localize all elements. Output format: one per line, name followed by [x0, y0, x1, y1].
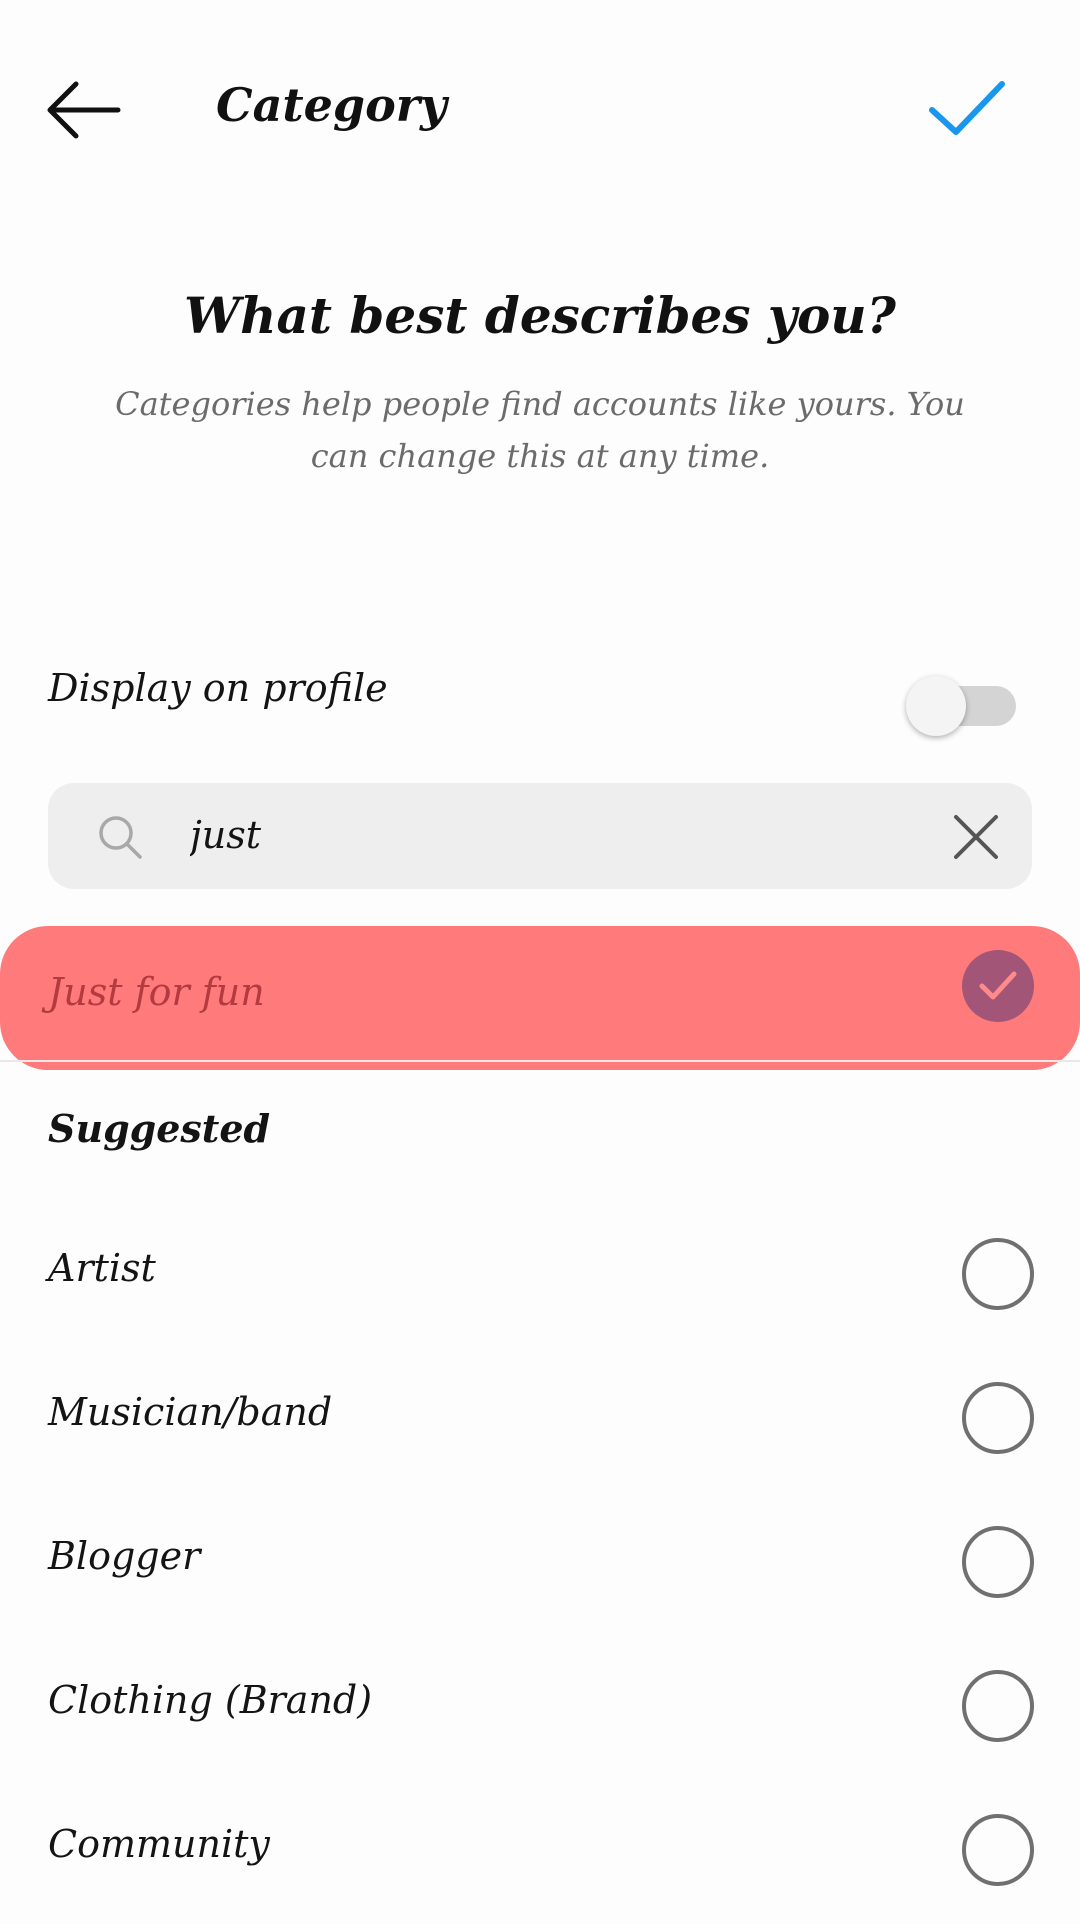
category-label: Musician/band: [48, 1390, 333, 1434]
search-icon: [99, 816, 142, 859]
done-button[interactable]: [924, 72, 1008, 144]
list-item[interactable]: Clothing (Brand): [0, 1636, 1080, 1780]
page-title: Category: [216, 78, 447, 132]
radio-button[interactable]: [962, 1382, 1034, 1454]
list-item[interactable]: Artist: [0, 1204, 1080, 1348]
list-item[interactable]: Blogger: [0, 1492, 1080, 1636]
category-label: Artist: [48, 1246, 156, 1290]
radio-button[interactable]: [962, 1670, 1034, 1742]
selected-category-row[interactable]: Just for fun: [0, 926, 1080, 1070]
selected-radio[interactable]: [962, 950, 1034, 1022]
back-arrow-icon: [47, 81, 121, 139]
category-label: Community: [48, 1822, 270, 1866]
back-button[interactable]: [36, 70, 132, 150]
search-bar[interactable]: [48, 783, 1032, 889]
question-heading: What best describes you?: [184, 286, 896, 345]
display-on-profile-toggle[interactable]: [906, 666, 1018, 738]
category-label: Clothing (Brand): [48, 1678, 373, 1722]
category-label: Blogger: [48, 1534, 201, 1578]
close-icon[interactable]: [948, 809, 1004, 865]
list-item[interactable]: Community: [0, 1780, 1080, 1924]
suggested-heading: Suggested: [48, 1106, 271, 1151]
checkmark-icon: [979, 971, 1017, 1000]
toggle-knob: [906, 676, 966, 736]
checkmark-icon: [929, 81, 1005, 135]
selected-category-label: Just for fun: [48, 970, 265, 1014]
radio-button[interactable]: [962, 1814, 1034, 1886]
display-on-profile-label: Display on profile: [48, 666, 388, 710]
search-input[interactable]: [190, 805, 910, 865]
divider: [0, 1060, 1080, 1062]
subtitle-text: Categories help people find accounts lik…: [115, 385, 965, 475]
radio-button[interactable]: [962, 1238, 1034, 1310]
list-item[interactable]: Musician/band: [0, 1348, 1080, 1492]
radio-button[interactable]: [962, 1526, 1034, 1598]
